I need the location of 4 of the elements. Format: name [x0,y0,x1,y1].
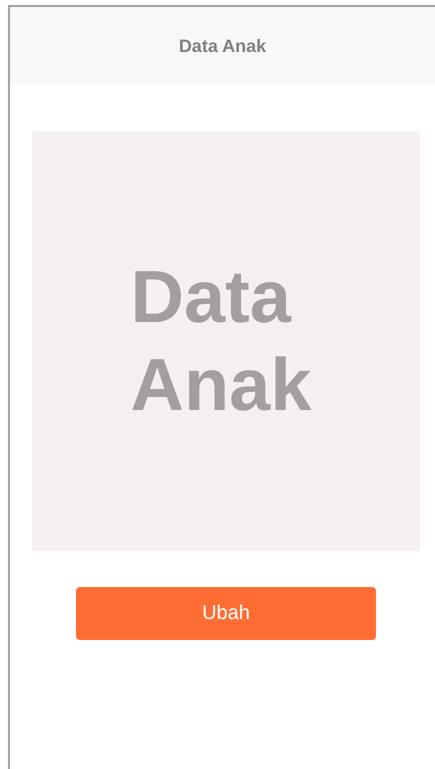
page-title: Data Anak [178,36,266,56]
placeholder-text: Anak [130,342,312,428]
edit-button[interactable]: Ubah [76,587,376,640]
placeholder-text: Data [130,254,292,340]
